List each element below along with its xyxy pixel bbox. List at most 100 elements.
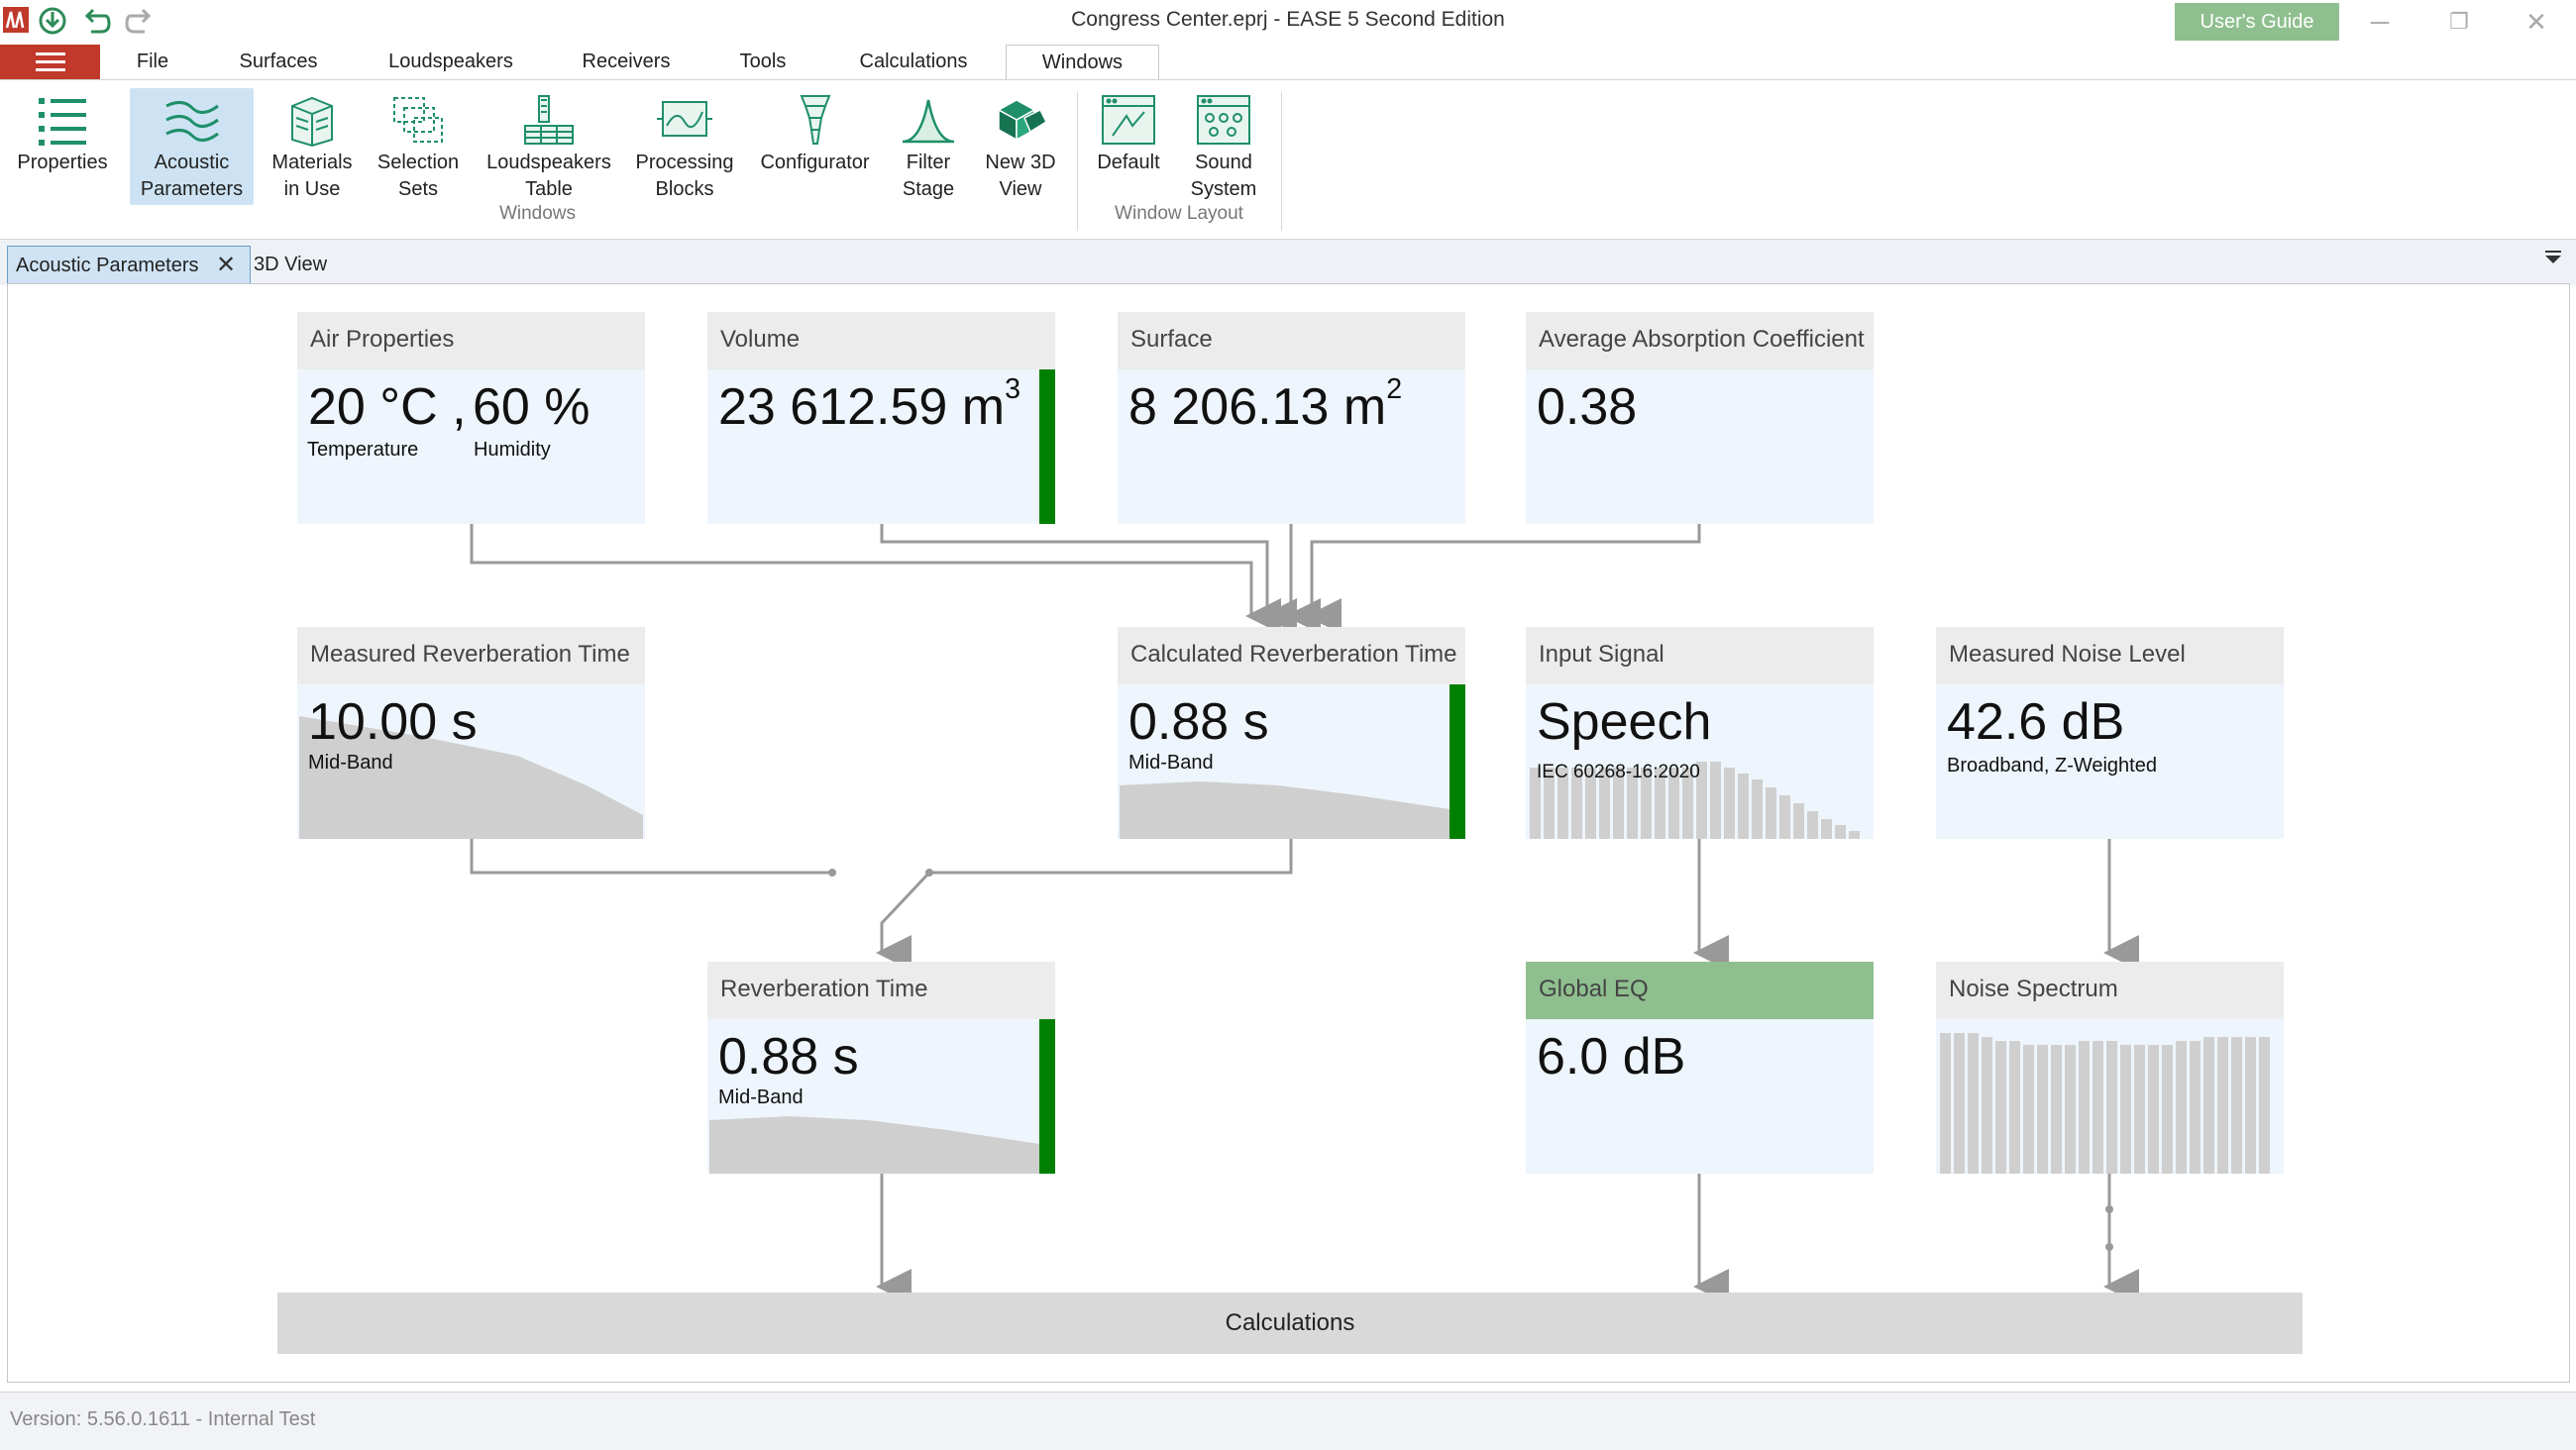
materials-icon [291, 96, 333, 148]
undo-icon[interactable] [79, 4, 113, 38]
version-label: Version: 5.56.0.1611 - Internal Test [10, 1408, 316, 1430]
node-header: Average Absorption Coefficient [1526, 312, 1874, 369]
close-icon[interactable]: ✕ [216, 247, 236, 284]
menu-tab-windows[interactable]: Windows [1006, 45, 1159, 82]
surface-value: 8 206.13 m2 [1128, 373, 1402, 437]
node-average-absorption[interactable]: Average Absorption Coefficient 0.38 [1526, 312, 1874, 524]
node-header: Air Properties [297, 312, 645, 369]
title-bar: Congress Center.eprj - EASE 5 Second Edi… [0, 0, 2576, 45]
save-icon[interactable] [36, 4, 69, 38]
node-header: Global EQ [1526, 962, 1874, 1019]
sound-system-button[interactable]: Sound System [1179, 88, 1268, 205]
menu-tab-calculations[interactable]: Calculations [844, 45, 983, 80]
tab-list-dropdown-icon[interactable] [2543, 250, 2563, 270]
document-tab-strip: Acoustic Parameters ✕ 3D View [0, 240, 2576, 286]
calculations-button[interactable]: Calculations [277, 1293, 2303, 1354]
loudspeakers-table-button[interactable]: Loudspeakers Table [480, 88, 618, 205]
processing-blocks-button[interactable]: Processing Blocks [630, 88, 739, 205]
node-title: Air Properties [310, 326, 455, 353]
node-reverberation-time[interactable]: Reverberation Time 0.88 s Mid-Band [707, 962, 1055, 1174]
menu-bar: File Surfaces Loudspeakers Receivers Too… [0, 45, 2576, 110]
node-calculated-reverberation-time[interactable]: Calculated Reverberation Time 0.88 s Mid… [1118, 627, 1465, 839]
ribbon-label: Filter Stage [902, 152, 955, 200]
surface-number: 8 206.13 m [1128, 378, 1387, 436]
properties-button[interactable]: Properties [8, 88, 117, 205]
wire-absorption-to-calc-rt [1306, 524, 1701, 634]
noise-spectrum-graphic [1940, 1033, 2270, 1174]
ribbon-label: Acoustic Parameters [140, 152, 244, 200]
menu-tab-file[interactable]: File [115, 45, 190, 80]
wire-junction [2105, 1205, 2113, 1213]
close-window-button[interactable]: ✕ [2517, 4, 2556, 40]
ribbon-label: Materials in Use [271, 152, 353, 200]
tab-3d-view[interactable]: 3D View [246, 246, 363, 285]
temperature-value: 20 °C , [308, 378, 467, 436]
node-header: Measured Noise Level [1936, 627, 2284, 684]
node-title: Average Absorption Coefficient [1539, 326, 1865, 353]
ribbon-label: New 3D View [985, 152, 1056, 200]
hamburger-menu-button[interactable] [0, 45, 100, 80]
measured-rt-sub: Mid-Band [308, 752, 393, 774]
user-guide-button[interactable]: User's Guide [2175, 3, 2339, 41]
tab-label: Acoustic Parameters [16, 255, 199, 276]
ribbon-label: Default [1097, 152, 1160, 173]
node-header: Reverberation Time [707, 962, 1055, 1019]
node-title: Measured Reverberation Time [310, 641, 630, 668]
materials-in-use-button[interactable]: Materials in Use [263, 88, 362, 205]
menu-tab-receivers[interactable]: Receivers [567, 45, 686, 80]
volume-number: 23 612.59 m [718, 378, 1006, 436]
volume-exponent: 3 [1005, 373, 1021, 405]
configurator-icon [800, 95, 830, 145]
selection-sets-icon [393, 97, 443, 143]
temperature-label: Temperature [307, 439, 419, 461]
menu-tab-surfaces[interactable]: Surfaces [224, 45, 333, 80]
tab-acoustic-parameters[interactable]: Acoustic Parameters ✕ [7, 246, 251, 286]
node-header: Calculated Reverberation Time [1118, 627, 1465, 684]
menu-tab-tools[interactable]: Tools [723, 45, 803, 80]
node-noise-spectrum[interactable]: Noise Spectrum [1936, 962, 2284, 1174]
ribbon-label: Processing Blocks [635, 152, 734, 200]
acoustic-parameters-button[interactable]: Acoustic Parameters [130, 88, 254, 205]
calculated-rt-sub: Mid-Band [1128, 752, 1214, 774]
wire-junction [828, 869, 836, 877]
acoustic-parameters-icon [164, 101, 219, 142]
node-header: Volume [707, 312, 1055, 369]
rt-value: 0.88 s [718, 1028, 859, 1086]
rt-sub: Mid-Band [718, 1087, 804, 1108]
selection-sets-button[interactable]: Selection Sets [369, 88, 468, 205]
node-air-properties[interactable]: Air Properties 20 °C , 60 % Temperature … [297, 312, 645, 524]
status-bar [1039, 1019, 1055, 1174]
loudspeakers-table-icon [524, 95, 574, 145]
node-measured-noise-level[interactable]: Measured Noise Level 42.6 dB Broadband, … [1936, 627, 2284, 839]
surface-exponent: 2 [1386, 373, 1403, 405]
node-volume[interactable]: Volume 23 612.59 m3 [707, 312, 1055, 524]
restore-button[interactable]: ❐ [2439, 4, 2479, 40]
input-signal-value: Speech [1537, 693, 1712, 751]
menu-tab-loudspeakers[interactable]: Loudspeakers [376, 45, 525, 80]
default-layout-button[interactable]: Default [1085, 88, 1172, 205]
app-logo-icon[interactable] [2, 4, 36, 38]
redo-icon[interactable] [123, 4, 157, 38]
measured-rt-value: 10.00 s [308, 693, 478, 751]
node-input-signal[interactable]: Input Signal Speech IEC 60268-16:2020 [1526, 627, 1874, 839]
ribbon-group-windows: Windows [498, 203, 577, 224]
node-title: Reverberation Time [720, 976, 928, 1002]
node-measured-reverberation-time[interactable]: Measured Reverberation Time 10.00 s Mid-… [297, 627, 645, 839]
filter-stage-button[interactable]: Filter Stage [889, 88, 968, 205]
ribbon-separator [1281, 92, 1282, 231]
node-header: Noise Spectrum [1936, 962, 2284, 1019]
node-global-eq[interactable]: Global EQ 6.0 dB [1526, 962, 1874, 1174]
node-title: Noise Spectrum [1949, 976, 2118, 1002]
wire-junction [2105, 1243, 2113, 1251]
wire-volume-to-calc-rt [880, 524, 1297, 634]
processing-blocks-icon [657, 101, 712, 137]
ribbon-label: Loudspeakers Table [486, 152, 611, 200]
node-title: Global EQ [1539, 976, 1649, 1002]
node-title: Surface [1130, 326, 1213, 353]
configurator-button[interactable]: Configurator [753, 88, 877, 205]
hamburger-icon [35, 52, 65, 71]
new-3d-view-button[interactable]: New 3D View [976, 88, 1065, 205]
minimize-button[interactable]: ─ [2360, 4, 2400, 40]
wire-measured-rt [470, 839, 830, 875]
node-surface[interactable]: Surface 8 206.13 m2 [1118, 312, 1465, 524]
